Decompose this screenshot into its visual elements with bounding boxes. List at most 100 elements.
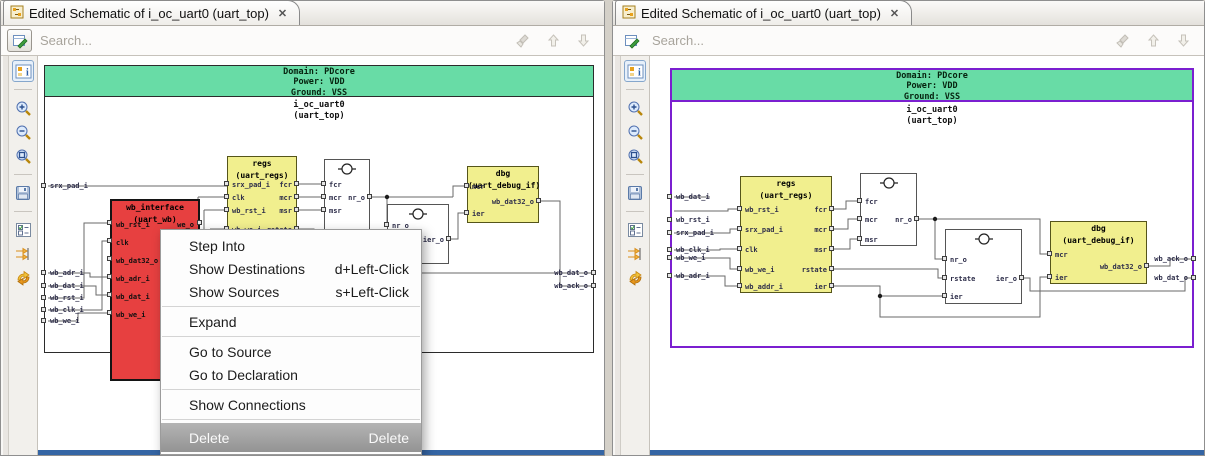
clear-highlights-icon[interactable] [1114, 32, 1132, 50]
block-port-we-o[interactable]: we_o [177, 221, 194, 229]
block-port-ier-o[interactable]: ier_o [423, 236, 444, 244]
sync-views-button[interactable] [12, 267, 34, 289]
block-port-pin-msr[interactable] [321, 207, 326, 212]
context-menu-item-expand[interactable]: Expand [161, 310, 421, 333]
block-port-pin-ier[interactable] [829, 283, 834, 288]
block-port-wb-rst-i[interactable]: wb_rst_i [232, 207, 266, 215]
block-port-ier-o[interactable]: ier_o [996, 275, 1017, 283]
block-port-pin-clk[interactable] [224, 194, 229, 199]
block-port-pin-mcr[interactable] [294, 194, 299, 199]
frame-port-wb-clk-i[interactable]: wb_clk_i [50, 306, 84, 314]
frame-port-wb-adr-i[interactable]: wb_adr_i [676, 272, 710, 280]
block-regs[interactable]: regs (uart_regs) wb_rst_i srx_pad_i clk wb_we… [740, 176, 832, 293]
block-dbg[interactable]: dbg (uart_debug_if) mcr ier wb_dat32_o [1050, 221, 1147, 284]
save-button[interactable] [624, 182, 646, 204]
frame-port-pin-wb-dat-i[interactable] [667, 194, 672, 199]
frame-port-wb-we-i[interactable]: wb_we_i [676, 254, 706, 262]
block-port-pin-nr-o[interactable] [384, 222, 389, 227]
display-options-button[interactable] [12, 219, 34, 241]
block-port-pin-fcr[interactable] [294, 181, 299, 186]
block-port-wb-dat-i[interactable]: wb_dat_i [116, 293, 150, 301]
block-port-nr-o[interactable]: nr_o [895, 216, 912, 224]
find-previous-icon[interactable] [1144, 32, 1162, 50]
frame-port-pin-wb-dat-o[interactable] [591, 270, 596, 275]
block-port-pin-mcr[interactable] [829, 226, 834, 231]
search-input[interactable] [38, 32, 508, 49]
frame-port-wb-clk-i[interactable]: wb_clk_i [676, 246, 710, 254]
block-port-pin-msr[interactable] [857, 236, 862, 241]
block-port-rstate[interactable]: rstate [950, 275, 975, 283]
schematic-canvas[interactable]: Domain: PDcore Power: VDD Ground: VSS i_oc_… [38, 56, 604, 455]
block-port-ier[interactable]: ier [472, 210, 485, 218]
block-port-pin-wb-rst-i[interactable] [737, 206, 742, 211]
block-port-rstate[interactable]: rstate [802, 266, 827, 274]
frame-port-pin-wb-dat-o[interactable] [1191, 275, 1196, 280]
block-port-mcr[interactable]: mcr [329, 194, 342, 202]
frame-port-wb-ack-o[interactable]: wb_ack_o [554, 282, 588, 290]
sync-views-button[interactable] [624, 267, 646, 289]
frame-port-wb-rst-i[interactable]: wb_rst_i [50, 294, 84, 302]
block-port-ier[interactable]: ier [814, 283, 827, 291]
block-port-wb-dat32-o[interactable]: wb_dat32_o [492, 198, 534, 206]
block-port-pin-wb-dat32-o[interactable] [1144, 263, 1149, 268]
block-port-pin-clk[interactable] [737, 246, 742, 251]
block-port-srx-pad-i[interactable]: srx_pad_i [232, 181, 270, 189]
close-icon[interactable]: ✕ [278, 7, 287, 20]
block-port-wb-we-i[interactable]: wb_we_i [745, 266, 775, 274]
block-port-pin-ier[interactable] [942, 293, 947, 298]
block-port-pin-mcr[interactable] [857, 216, 862, 221]
block-port-pin-clk[interactable] [107, 238, 112, 243]
frame-port-wb-dat-i[interactable]: wb_dat_i [676, 193, 710, 201]
block-port-pin-ier[interactable] [464, 210, 469, 215]
context-menu-item-delete[interactable]: Delete Delete [161, 423, 421, 452]
block-port-pin-nr-o[interactable] [942, 256, 947, 261]
frame-port-pin-wb-we-i[interactable] [667, 255, 672, 260]
block-port-pin-wb-addr-i[interactable] [737, 283, 742, 288]
tab-edited-schematic[interactable]: Edited Schematic of i_oc_uart0 (uart_top… [615, 0, 913, 25]
block-port-pin-msr[interactable] [294, 207, 299, 212]
block-port-mcr[interactable]: mcr [279, 194, 292, 202]
block-port-pin-wb-we-i[interactable] [107, 310, 112, 315]
block-port-pin-ier-o[interactable] [1019, 275, 1024, 280]
frame-port-pin-srx-pad-i[interactable] [41, 183, 46, 188]
block-port-wb-adr-i[interactable]: wb_adr_i [116, 275, 150, 283]
block-port-mcr[interactable]: mcr [472, 183, 485, 191]
frame-port-pin-wb-ack-o[interactable] [1191, 256, 1196, 261]
trace-signals-button[interactable] [624, 243, 646, 265]
context-menu-item-show-destinations[interactable]: Show Destinations d+Left-Click [161, 257, 421, 280]
block-port-fcr[interactable]: fcr [329, 181, 342, 189]
block-port-nr-o[interactable]: nr_o [950, 256, 967, 264]
search-filter-button[interactable] [7, 29, 32, 52]
block-port-pin-wb-adr-i[interactable] [107, 274, 112, 279]
block-port-msr[interactable]: msr [279, 207, 292, 215]
frame-port-pin-wb-adr-i[interactable] [667, 273, 672, 278]
block-port-pin-wb-dat32-o[interactable] [107, 256, 112, 261]
context-menu-item-go-to-source[interactable]: Go to Source [161, 340, 421, 363]
context-menu-item-show-connections[interactable]: Show Connections [161, 393, 421, 416]
block-port-pin-wb-rst-i[interactable] [224, 207, 229, 212]
frame-port-srx-pad-i[interactable]: srx_pad_i [676, 229, 714, 237]
context-menu-item-show-sources[interactable]: Show Sources s+Left-Click [161, 280, 421, 303]
frame-port-pin-srx-pad-i[interactable] [667, 230, 672, 235]
zoom-out-button[interactable] [624, 121, 646, 143]
block-dbg[interactable]: dbg (uart_debug_if) mcr ier wb_dat32_o [467, 166, 540, 223]
zoom-fit-button[interactable] [12, 145, 34, 167]
save-button[interactable] [12, 182, 34, 204]
clear-highlights-icon[interactable] [514, 32, 532, 50]
block-port-ier[interactable]: ier [950, 293, 963, 301]
find-next-icon[interactable] [574, 32, 592, 50]
zoom-fit-button[interactable] [624, 145, 646, 167]
block-port-nr-o[interactable]: nr_o [348, 194, 365, 202]
block-port-pin-ier-o[interactable] [446, 236, 451, 241]
block-port-ier[interactable]: ier [1055, 274, 1068, 282]
frame-port-wb-adr-i[interactable]: wb_adr_i [50, 269, 84, 277]
block-port-wb-rst-i[interactable]: wb_rst_i [745, 206, 779, 214]
tab-edited-schematic[interactable]: Edited Schematic of i_oc_uart0 (uart_top… [3, 0, 301, 25]
frame-port-pin-wb-rst-i[interactable] [41, 295, 46, 300]
block-port-pin-srx-pad-i[interactable] [737, 226, 742, 231]
display-options-button[interactable] [624, 219, 646, 241]
block-port-pin-fcr[interactable] [857, 198, 862, 203]
frame-port-wb-ack-o[interactable]: wb_ack_o [1154, 255, 1188, 263]
view-info-toggle-button[interactable]: i [12, 60, 34, 82]
search-input[interactable] [650, 32, 1108, 49]
